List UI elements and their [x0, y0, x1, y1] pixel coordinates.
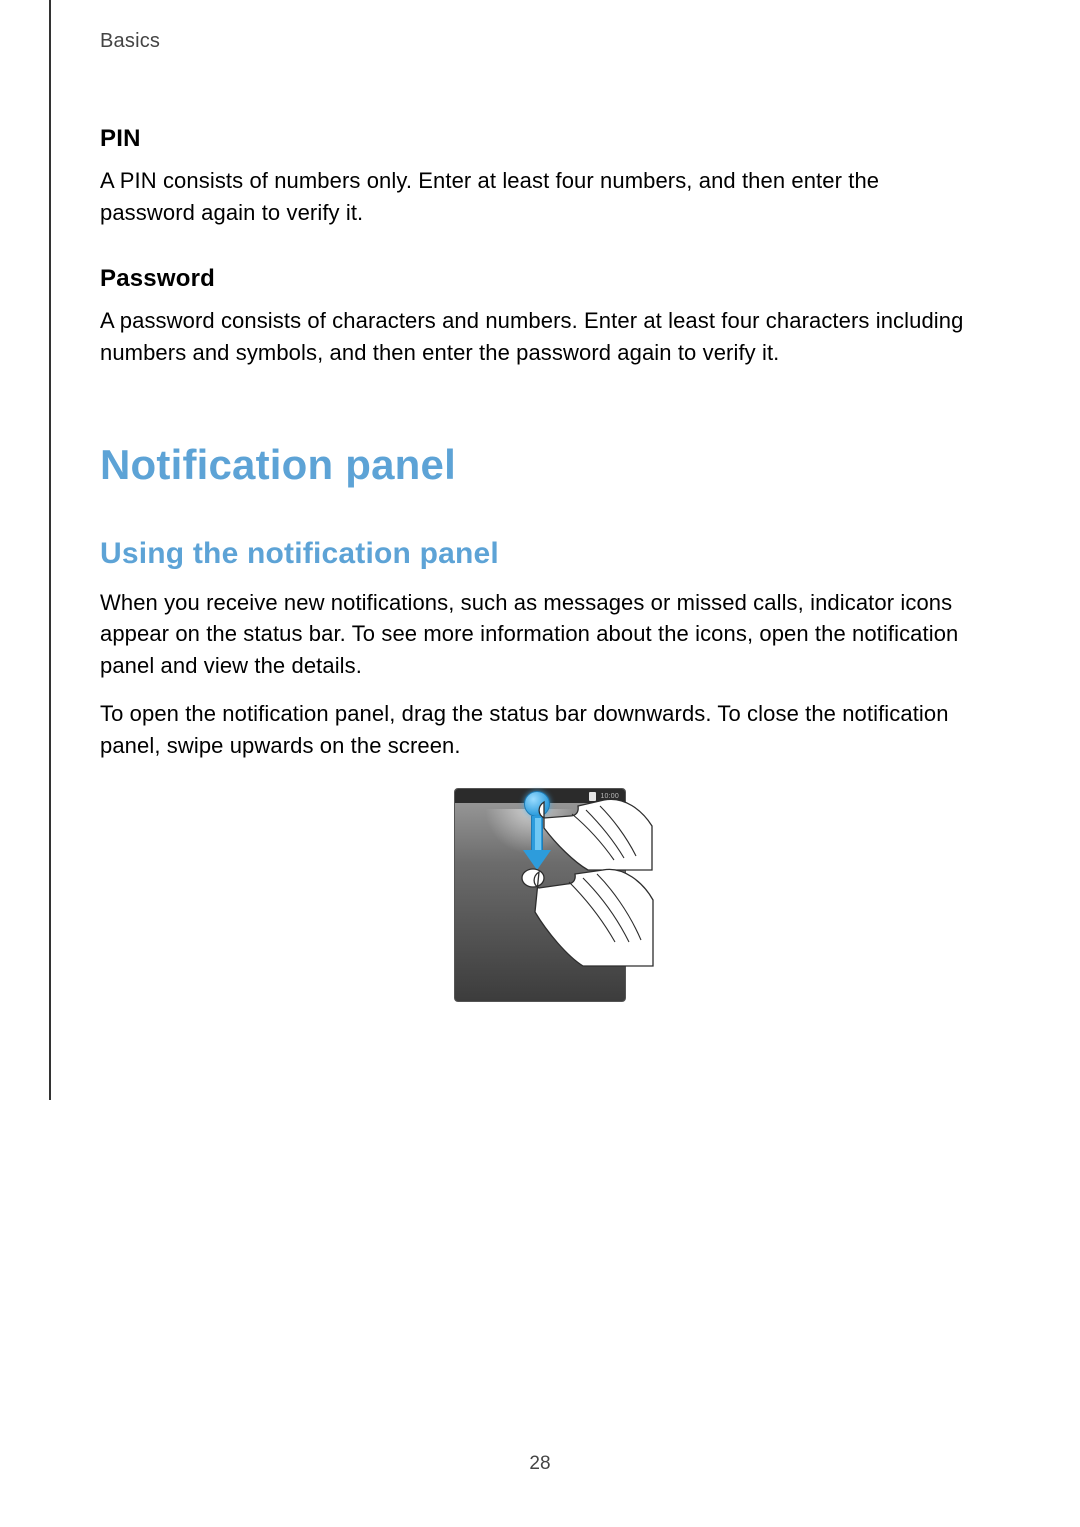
page-number: 28	[0, 1453, 1080, 1475]
heading-using-notification-panel: Using the notification panel	[100, 537, 980, 571]
page-margin-rule	[49, 0, 51, 1100]
heading-notification-panel: Notification panel	[100, 441, 980, 489]
section-header: Basics	[100, 30, 980, 53]
page-content: Basics PIN A PIN consists of numbers onl…	[100, 30, 980, 1007]
device-illustration: 10:00	[454, 788, 626, 1002]
password-body: A password consists of characters and nu…	[100, 305, 980, 369]
heading-pin: PIN	[100, 125, 980, 153]
heading-password: Password	[100, 265, 980, 293]
notification-p2: To open the notification panel, drag the…	[100, 698, 980, 762]
pin-body: A PIN consists of numbers only. Enter at…	[100, 165, 980, 229]
figure-notification-drag: 10:00	[100, 788, 980, 1007]
notification-p1: When you receive new notifications, such…	[100, 587, 980, 683]
